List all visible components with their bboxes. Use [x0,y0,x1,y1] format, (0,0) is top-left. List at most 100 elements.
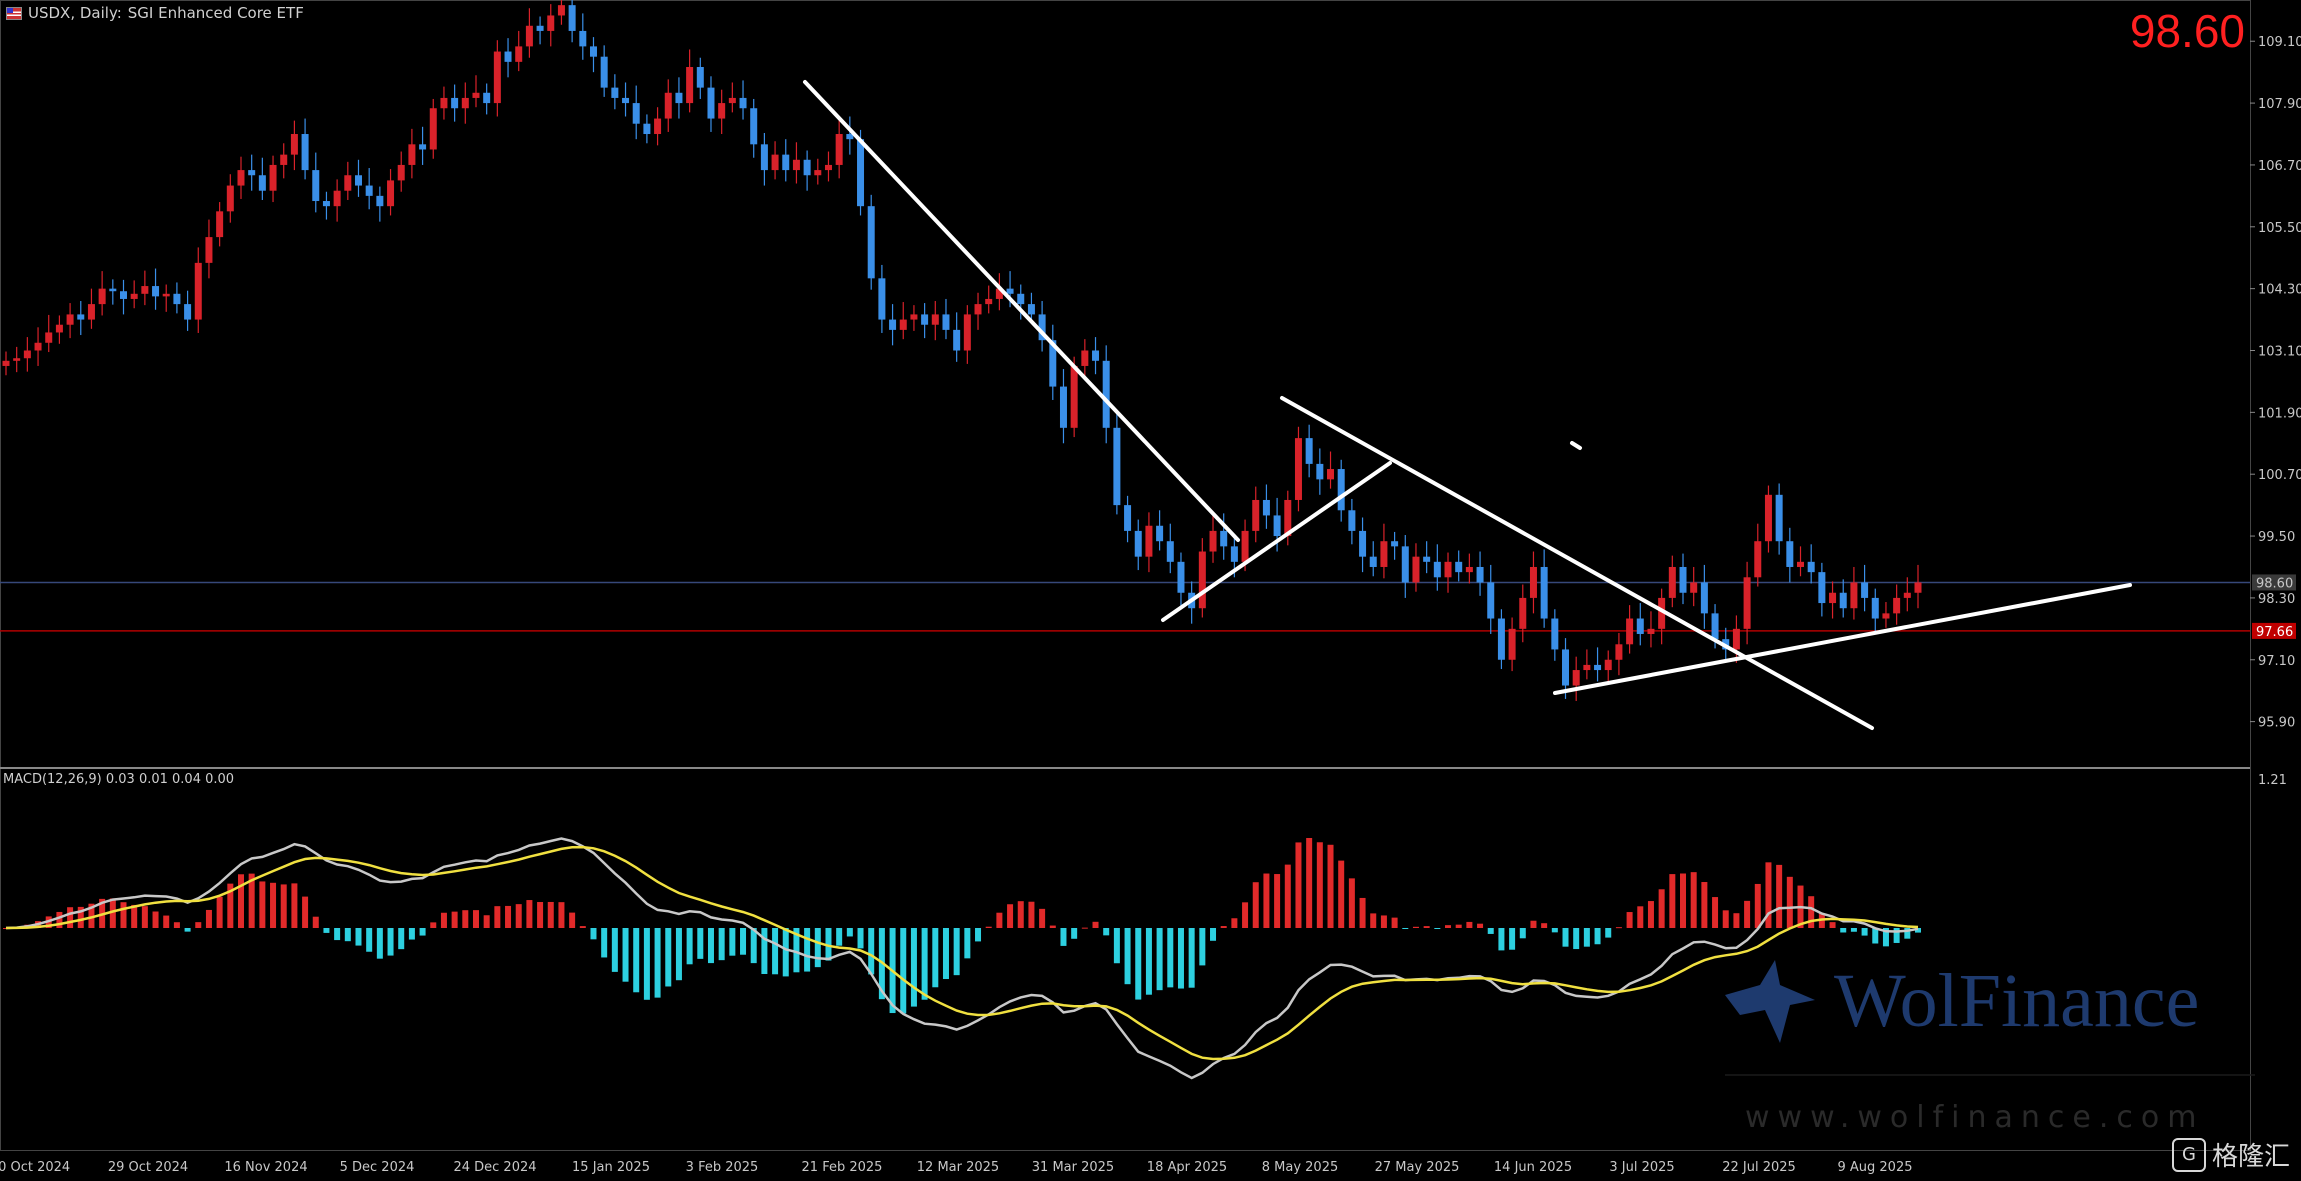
macd-histogram-bar [1135,928,1142,1000]
wolfinance-watermark: WolFinance [1720,955,2199,1047]
candle-body [1081,350,1089,366]
candle-body [1604,659,1612,671]
macd-histogram-bar [590,928,597,940]
candle-body [1861,582,1869,598]
candle-body [2,360,10,366]
candle-body [1241,530,1249,562]
x-tick-label: 14 Jun 2025 [1494,1160,1572,1175]
x-tick-label: 12 Mar 2025 [917,1160,999,1175]
candle-body [525,25,533,47]
candle-body [1668,566,1676,598]
candle-body [322,201,330,207]
candle-body [1059,386,1067,428]
candle-body [953,329,961,351]
macd-histogram-bar [900,928,907,1014]
candle-body [34,342,42,351]
macd-histogram-bar [1327,844,1334,928]
macd-histogram-bar [740,928,747,955]
y-tick-label: 106.70 [2258,159,2301,174]
macd-histogram-bar [387,928,394,956]
candle-body [760,144,768,171]
candle-body [889,319,897,330]
trendline [803,80,1240,542]
y-tick-label: 97.10 [2258,654,2295,669]
macd-histogram-bar [1541,923,1548,928]
x-tick-label: 29 Oct 2024 [108,1160,188,1175]
x-tick-label: 3 Jul 2025 [1609,1160,1674,1175]
macd-histogram-bar [1060,928,1067,946]
macd-histogram-bar [1092,921,1099,928]
candle-body [1337,469,1345,511]
candle-body [1294,438,1302,500]
candle-body [493,51,501,104]
macd-histogram-bar [526,900,533,928]
macd-histogram-bar [1156,928,1163,991]
candle-body [440,97,448,109]
macd-histogram-bar [772,928,779,975]
candle-body [1230,546,1238,562]
candle-body [557,5,565,16]
x-tick-label: 27 May 2025 [1375,1160,1460,1175]
macd-histogram-bar [675,928,682,981]
y-tick-label: 109.10 [2258,35,2301,50]
candle-body [504,51,512,62]
candle-body [461,97,469,109]
candle-body [1690,582,1698,593]
candle-body [1027,304,1035,315]
y-tick-label: 99.50 [2258,530,2295,545]
candle-body [1647,628,1655,634]
x-tick-label: 15 Jan 2025 [572,1160,650,1175]
candle-body [1476,566,1484,583]
candle-body [451,97,459,109]
macd-histogram-bar [1498,928,1505,951]
macd-histogram-bar [1049,925,1056,928]
candle-body [1166,541,1174,562]
candle-body [237,170,245,186]
macd-histogram-bar [1701,882,1708,928]
macd-histogram-bar [1808,896,1815,928]
macd-histogram-bar [1445,925,1452,928]
macd-histogram-bar [1840,928,1847,933]
candle-body [931,314,939,325]
candle-body [472,92,480,98]
macd-histogram-bar [1861,928,1868,936]
candle-body [141,286,149,294]
macd-histogram-bar [1177,928,1184,989]
macd-histogram-bar [366,928,373,952]
macd-histogram-bar [1850,928,1857,932]
macd-histogram-bar [462,910,469,928]
candle-body [1006,288,1014,294]
current-price-tag: 98.60 [2256,576,2293,591]
macd-histogram-bar [1744,900,1751,928]
x-tick-label: 22 Jul 2025 [1722,1160,1796,1175]
macd-label: MACD(12,26,9) 0.03 0.01 0.04 0.00 [3,772,235,787]
macd-histogram-bar [985,926,992,928]
candle-body [1359,530,1367,557]
x-tick-label: 16 Nov 2024 [224,1160,307,1175]
macd-histogram-bar [1306,838,1313,928]
macd-histogram-bar [1626,912,1633,928]
candle-body [1124,505,1132,531]
macd-histogram-bar [1509,928,1516,950]
candle-body [1508,628,1516,660]
chart-header: USDX, Daily: SGI Enhanced Core ETF [6,4,304,22]
current-price-display: 98.60 [2129,5,2245,57]
macd-histogram-bar [1210,928,1217,941]
candle-body [354,175,362,186]
candle-body [258,175,266,191]
candle-body [109,288,117,292]
y-tick-label: 95.90 [2258,716,2295,731]
candle-body [1252,499,1260,531]
macd-histogram-bar [1872,928,1879,944]
candle-body [1198,551,1206,609]
candle-body [162,293,170,297]
candle-body [152,286,160,297]
candle-body [1732,628,1740,650]
candle-body [344,175,352,191]
candle-body [1754,541,1762,578]
macd-histogram-bar [120,902,127,928]
candle-body [333,190,341,207]
symbol-label: USDX, Daily: [28,4,122,22]
macd-histogram-bar [1647,901,1654,928]
candle-body [1017,293,1025,305]
